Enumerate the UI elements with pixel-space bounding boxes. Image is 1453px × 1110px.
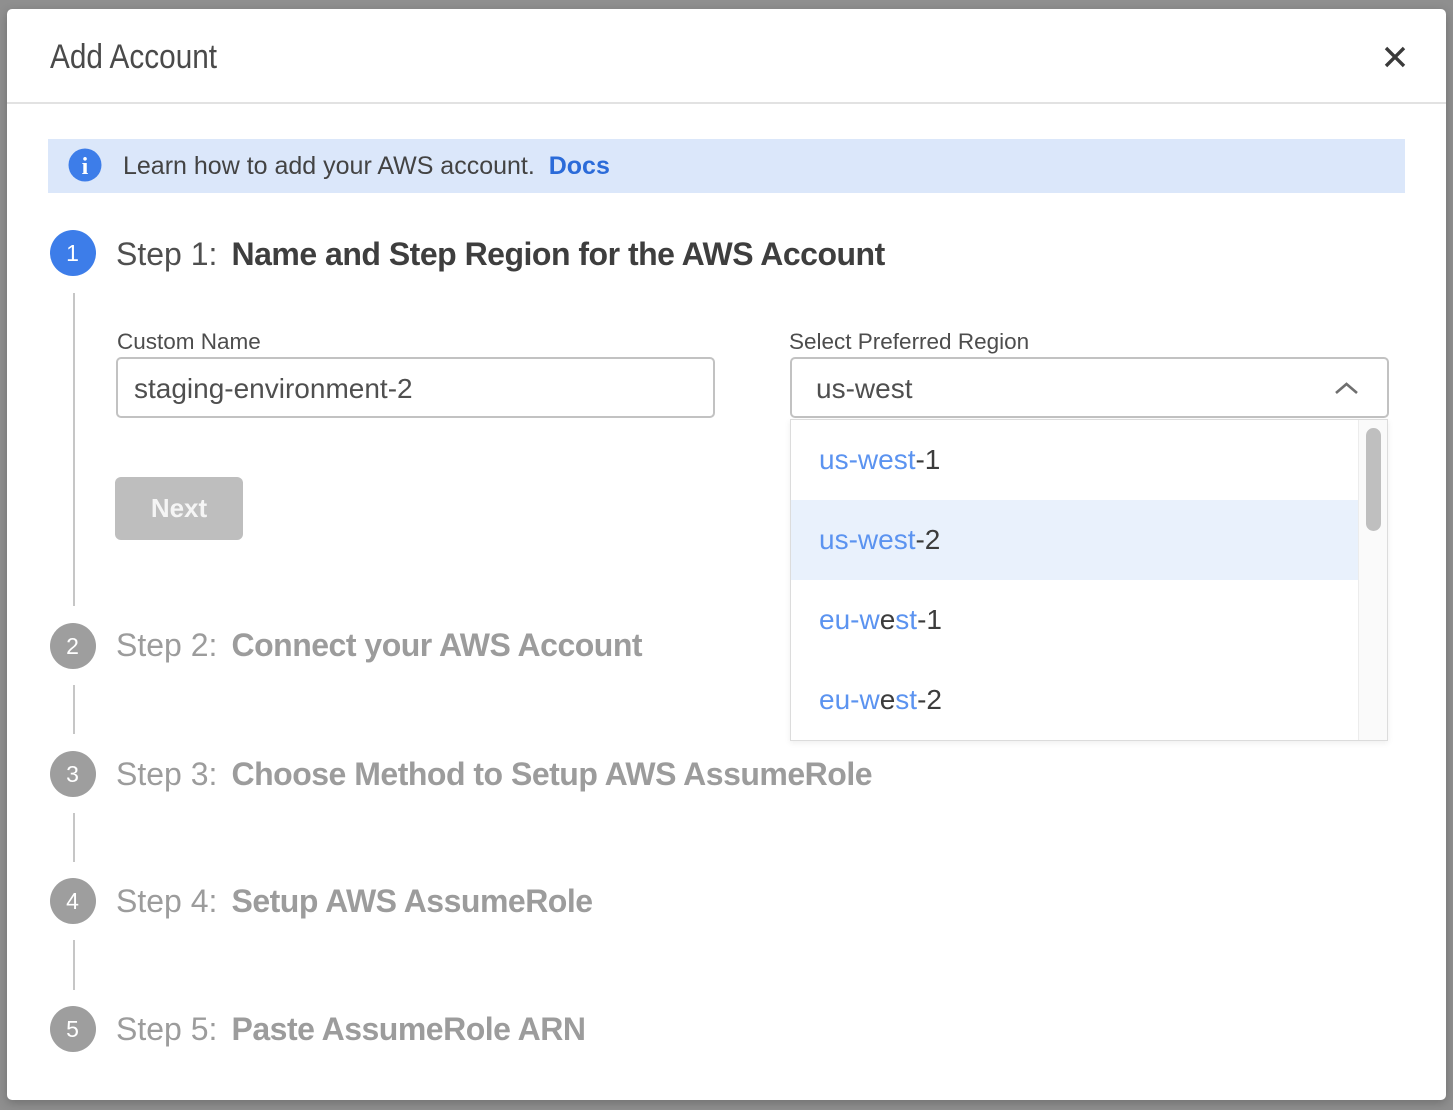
svg-text:i: i bbox=[82, 154, 89, 180]
